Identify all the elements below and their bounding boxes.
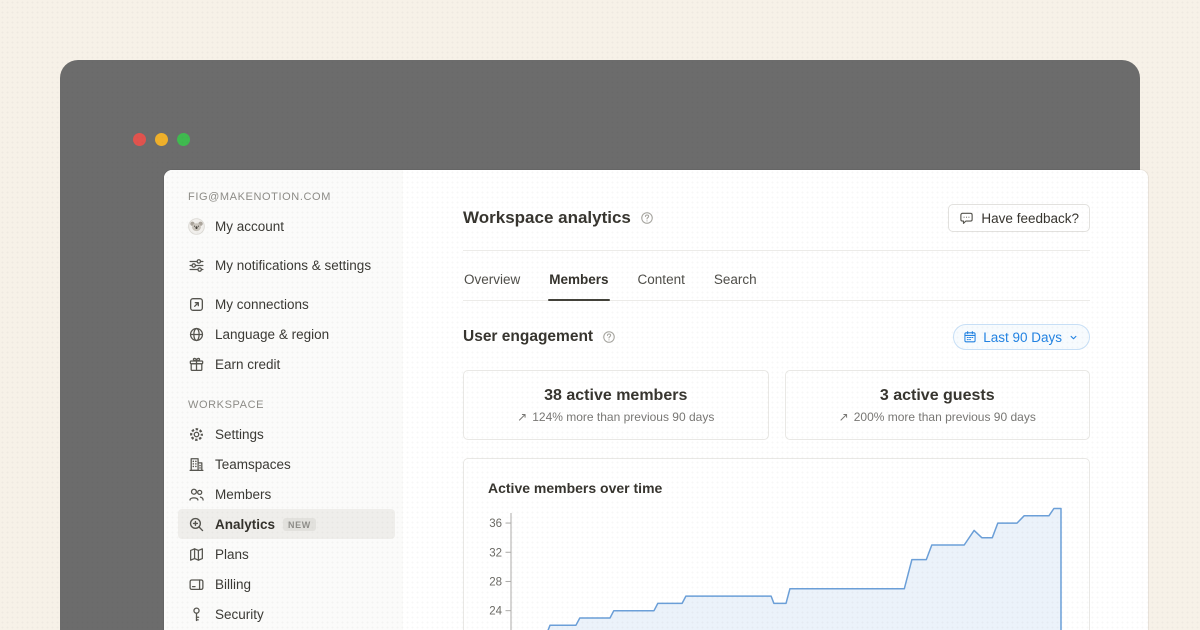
sidebar-item-label: Analytics: [215, 515, 275, 534]
gift-icon: [188, 356, 205, 373]
card-icon: [188, 576, 205, 593]
sidebar-item-my-notifications-settings[interactable]: My notifications & settings: [178, 241, 395, 289]
account-email: FIG@MAKENOTION.COM: [178, 182, 395, 211]
help-circle-icon[interactable]: [602, 330, 616, 344]
arrow-box-icon: [188, 296, 205, 313]
sidebar-item-security[interactable]: Security: [178, 599, 395, 629]
map-icon: [188, 546, 205, 563]
have-feedback-label: Have feedback?: [981, 211, 1079, 226]
minimize-button[interactable]: [155, 133, 168, 146]
page-title: Workspace analytics: [463, 208, 631, 228]
chart-title: Active members over time: [488, 480, 1065, 496]
sidebar-item-label: Earn credit: [215, 355, 280, 374]
window-titlebar: [60, 60, 1140, 110]
main-content: Workspace analytics Have feedback? Overv…: [403, 170, 1148, 630]
active-members-chart: 363228242016: [488, 507, 1065, 630]
sidebar-item-my-account[interactable]: My account: [178, 211, 395, 241]
stat-card: 3 active guests ↗ 200% more than previous …: [785, 370, 1091, 440]
stat-value: 3 active guests: [880, 387, 995, 405]
sidebar-item-label: Security: [215, 605, 264, 624]
calendar-icon: [963, 330, 977, 344]
sidebar-item-label: Settings: [215, 425, 264, 444]
trend-up-icon: ↗: [839, 410, 849, 424]
globe-icon: [188, 326, 205, 343]
key-icon: [188, 606, 205, 623]
svg-text:24: 24: [489, 606, 502, 618]
engagement-title: User engagement: [463, 328, 593, 346]
sidebar-item-label: My connections: [215, 295, 309, 314]
sidebar-item-members[interactable]: Members: [178, 479, 395, 509]
stat-value: 38 active members: [544, 387, 687, 405]
stat-delta: ↗ 124% more than previous 90 days: [517, 410, 714, 424]
stat-delta: ↗ 200% more than previous 90 days: [839, 410, 1036, 424]
tab-search[interactable]: Search: [713, 264, 758, 300]
page-background: FIG@MAKENOTION.COM My account My notifica…: [0, 0, 1200, 630]
svg-text:32: 32: [489, 547, 502, 559]
sidebar-item-label: Billing: [215, 575, 251, 594]
sidebar-item-label: Members: [215, 485, 271, 504]
stat-delta-text: 200% more than previous 90 days: [854, 410, 1036, 424]
sidebar-item-label: Teamspaces: [215, 455, 291, 474]
new-badge: NEW: [283, 518, 316, 531]
sidebar-item-my-connections[interactable]: My connections: [178, 289, 395, 319]
sidebar-item-analytics[interactable]: Analytics NEW: [178, 509, 395, 539]
tab-overview[interactable]: Overview: [463, 264, 521, 300]
stat-card: 38 active members ↗ 124% more than previou…: [463, 370, 769, 440]
app-window: FIG@MAKENOTION.COM My account My notifica…: [60, 60, 1140, 630]
gear-icon: [188, 426, 205, 443]
sliders-icon: [188, 257, 205, 274]
sidebar-item-plans[interactable]: Plans: [178, 539, 395, 569]
chart-card: Active members over time 363228242016: [463, 458, 1090, 630]
page-header: Workspace analytics Have feedback?: [463, 204, 1090, 232]
stat-cards: 38 active members ↗ 124% more than previou…: [463, 370, 1090, 440]
settings-dialog: FIG@MAKENOTION.COM My account My notifica…: [164, 170, 1148, 630]
workspace-section: Settings Teamspaces Members Analytics NEW Pla…: [178, 419, 395, 630]
building-icon: [188, 456, 205, 473]
sidebar-item-earn-credit[interactable]: Earn credit: [178, 349, 395, 379]
account-section: My account My notifications & settings My …: [178, 211, 395, 379]
trend-up-icon: ↗: [517, 410, 527, 424]
sidebar-item-language-region[interactable]: Language & region: [178, 319, 395, 349]
stat-delta-text: 124% more than previous 90 days: [532, 410, 714, 424]
close-button[interactable]: [133, 133, 146, 146]
sidebar-item-label: Language & region: [215, 325, 329, 344]
analytics-tabs: Overview Members Content Search: [463, 251, 1090, 301]
help-circle-icon[interactable]: [640, 211, 654, 225]
svg-text:36: 36: [489, 518, 502, 530]
date-range-button[interactable]: Last 90 Days: [953, 324, 1090, 350]
zoom-plus-icon: [188, 516, 205, 533]
tab-members[interactable]: Members: [548, 264, 609, 300]
tab-content[interactable]: Content: [637, 264, 686, 300]
sidebar-item-settings[interactable]: Settings: [178, 419, 395, 449]
avatar-koala: [188, 218, 205, 235]
have-feedback-button[interactable]: Have feedback?: [948, 204, 1090, 232]
settings-sidebar: FIG@MAKENOTION.COM My account My notifica…: [164, 170, 403, 630]
sidebar-item-label: My notifications & settings: [215, 256, 371, 275]
engagement-header: User engagement Last 90 Days: [463, 322, 1090, 352]
date-range-label: Last 90 Days: [983, 330, 1062, 345]
sidebar-item-label: My account: [215, 217, 284, 236]
sidebar-item-billing[interactable]: Billing: [178, 569, 395, 599]
feedback-bubble-icon: [959, 211, 974, 226]
zoom-button[interactable]: [177, 133, 190, 146]
workspace-section-label: WORKSPACE: [178, 379, 395, 419]
sidebar-item-teamspaces[interactable]: Teamspaces: [178, 449, 395, 479]
svg-text:28: 28: [489, 576, 502, 588]
chevron-down-icon: [1068, 332, 1079, 343]
people-icon: [188, 486, 205, 503]
sidebar-item-label: Plans: [215, 545, 249, 564]
